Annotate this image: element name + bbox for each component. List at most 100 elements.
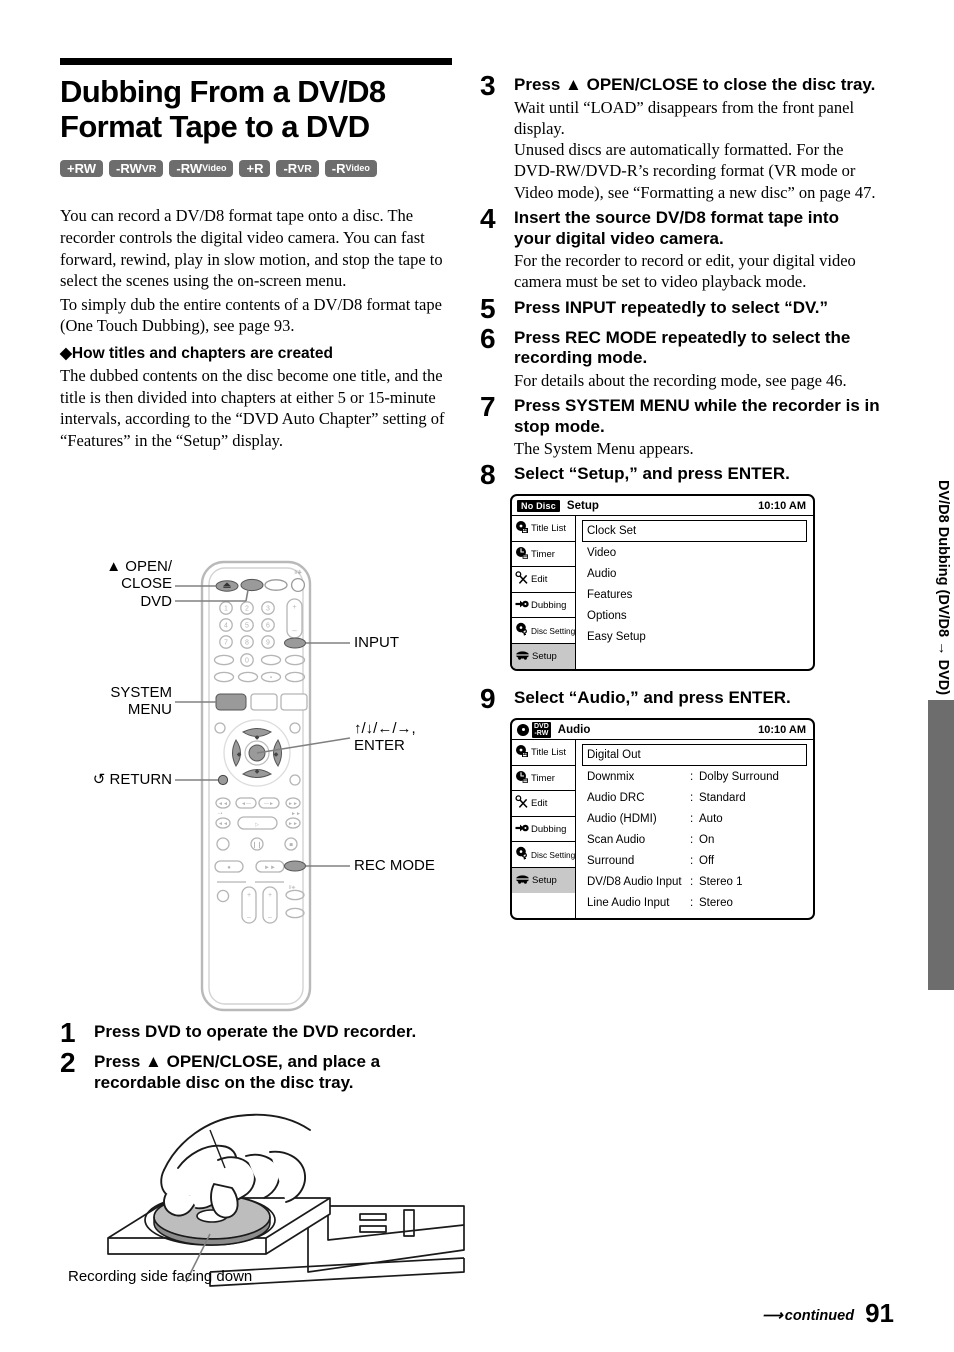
svg-text:0: 0 (245, 658, 249, 665)
osd-row-key: Clock Set (587, 525, 637, 538)
svg-text:■: ■ (289, 843, 293, 849)
osd-menu-row[interactable]: DV/D8 Audio Input: Stereo 1 (582, 871, 807, 892)
step-heading: Press SYSTEM MENU while the recorder is … (514, 396, 880, 436)
svg-text:–: – (247, 914, 251, 921)
osd-screen-title: Audio (557, 723, 591, 736)
osd-menu-row[interactable]: Line Audio Input: Stereo (582, 892, 807, 913)
osd-row-key: Line Audio Input (587, 896, 670, 909)
sidebar-item-label: Dubbing (531, 823, 567, 835)
step-heading: Press INPUT repeatedly to select “DV.” (514, 297, 829, 317)
timer-icon (515, 546, 529, 563)
osd-row-colon: : (690, 896, 694, 909)
sidebar-item-dubbing[interactable]: Dubbing (512, 593, 575, 619)
disc-badge-minus-r-vr: -R VR (276, 160, 319, 178)
remote-label-open-close: ▲ OPEN/ CLOSE (106, 558, 172, 593)
osd-row-value: Stereo 1 (699, 875, 743, 888)
sidebar-item-title-list[interactable]: Title List (512, 740, 575, 766)
tray-caption: Recording side facing down (68, 1268, 253, 1285)
left-column: Dubbing From a DV/D8 Format Tape to a DV… (60, 58, 462, 454)
disc-badge-plus-rw: +RW (60, 160, 104, 178)
sidebar-item-title-list[interactable]: Title List (512, 516, 575, 542)
svg-text:7: 7 (224, 640, 228, 647)
osd-menu-row[interactable]: Downmix: Dolby Surround (582, 766, 807, 787)
step-heading: Press DVD to operate the DVD recorder. (94, 1022, 417, 1041)
osd-menu-row[interactable]: Audio (582, 563, 807, 584)
sidebar-item-label: Title List (531, 523, 567, 535)
osd-menu-row[interactable]: Easy Setup (582, 626, 807, 647)
svg-text:−•: −• (218, 811, 223, 817)
svg-text:–: – (292, 626, 297, 635)
svg-text:❙❙: ❙❙ (252, 841, 262, 848)
svg-text:+: + (247, 892, 251, 899)
svg-text:◄◄: ◄◄ (218, 801, 228, 807)
sidebar-item-label: Setup (532, 651, 557, 663)
arrow-right-icon: ⟶ (762, 1308, 783, 1324)
osd-menu-row[interactable]: Audio DRC: Standard (582, 787, 807, 808)
svg-text:►►: ►► (288, 821, 298, 827)
sidebar-item-timer[interactable]: Timer (512, 766, 575, 792)
svg-text:◆: ◆ (237, 752, 242, 758)
osd-row-value: On (699, 833, 715, 846)
osd-disc-type-indicator: DVD -RW (517, 721, 551, 739)
osd-row-key: Features (587, 588, 633, 601)
sidebar-item-dubbing[interactable]: Dubbing (512, 817, 575, 843)
osd-menu-row[interactable]: Options (582, 605, 807, 626)
svg-text:►►: ►► (288, 801, 298, 807)
return-icon: ↺ (92, 771, 106, 788)
step-number: 8 (480, 459, 496, 491)
sidebar-item-edit[interactable]: Edit (512, 567, 575, 593)
step-heading: Select “Setup,” and press ENTER. (514, 464, 790, 484)
step-heading: Press REC MODE repeatedly to select the … (514, 327, 851, 368)
sidebar-item-label: Edit (531, 574, 548, 586)
osd-menu-row[interactable]: Features (582, 584, 807, 605)
remote-label-input: INPUT (354, 634, 399, 651)
title-list-icon (515, 744, 529, 761)
osd-row-key: Options (587, 609, 627, 622)
disc-format-badges: +RW -RW VR -RW Video +R -R VR -R Video (60, 160, 462, 178)
osd-row-value: Auto (699, 812, 723, 825)
svg-text:+: + (292, 604, 296, 611)
svg-text:+: + (268, 892, 272, 899)
right-column: 3 Press ▲ OPEN/CLOSE to close the disc t… (480, 72, 880, 921)
osd-audio-list: Digital Out Downmix: Dolby Surround Audio… (576, 740, 813, 918)
step-heading: Press ▲ OPEN/CLOSE, and place a recordab… (94, 1052, 381, 1092)
disc-badge-plus-r: +R (239, 160, 271, 178)
svg-text:I/⎈: I/⎈ (294, 570, 302, 576)
osd-menu-row[interactable]: Surround: Off (582, 850, 807, 871)
sidebar-item-timer[interactable]: Timer (512, 542, 575, 568)
sidebar-item-setup[interactable]: Setup (512, 867, 575, 894)
remote-label-dvd: DVD (140, 593, 172, 610)
page-number: 91 (865, 1297, 894, 1328)
disc-badge-minus-r-video: -R Video (324, 160, 377, 178)
sidebar-item-label: Disc Setting (531, 849, 576, 860)
manual-page: Dubbing From a DV/D8 Format Tape to a DV… (0, 0, 954, 1352)
osd-setup-list: Clock Set Video Audio Features Options E… (576, 516, 813, 669)
dubbing-arrow-icon (515, 821, 529, 838)
osd-menu-row[interactable]: Audio (HDMI): Auto (582, 808, 807, 829)
remote-label-system-menu: SYSTEM MENU (110, 684, 172, 719)
osd-audio-titlebar: DVD -RW Audio 10:10 AM (512, 720, 813, 741)
sidebar-item-disc-setting[interactable]: Disc Setting (512, 842, 575, 868)
sidebar-item-label: Title List (531, 747, 567, 759)
sidebar-item-label: Timer (531, 772, 555, 784)
sidebar-item-edit[interactable]: Edit (512, 791, 575, 817)
sidebar-item-label: Disc Setting (531, 625, 576, 636)
osd-menu-row[interactable]: Scan Audio: On (582, 829, 807, 850)
osd-row-colon: : (690, 833, 694, 846)
osd-row-key: Digital Out (587, 749, 641, 762)
setup-icon (515, 872, 530, 889)
intro-subheading: ◆How titles and chapters are created (60, 345, 333, 363)
osd-menu-row-selected[interactable]: Digital Out (582, 744, 807, 767)
disc-tray-svg (107, 1113, 465, 1287)
osd-menu-row-selected[interactable]: Clock Set (582, 520, 807, 543)
sidebar-item-label: Setup (532, 875, 557, 887)
osd-row-key: Easy Setup (587, 630, 646, 643)
sidebar-item-disc-setting[interactable]: Disc Setting (512, 618, 575, 644)
sidebar-item-setup[interactable]: Setup (512, 643, 575, 670)
intro-paragraph-3: The dubbed contents on the disc become o… (60, 366, 445, 450)
step-4: 4 Insert the source DV/D8 format tape in… (480, 205, 880, 293)
svg-text:▷: ▷ (255, 822, 259, 828)
osd-row-value: Off (699, 854, 715, 867)
osd-row-key: Audio (587, 567, 617, 580)
osd-menu-row[interactable]: Video (582, 542, 807, 563)
